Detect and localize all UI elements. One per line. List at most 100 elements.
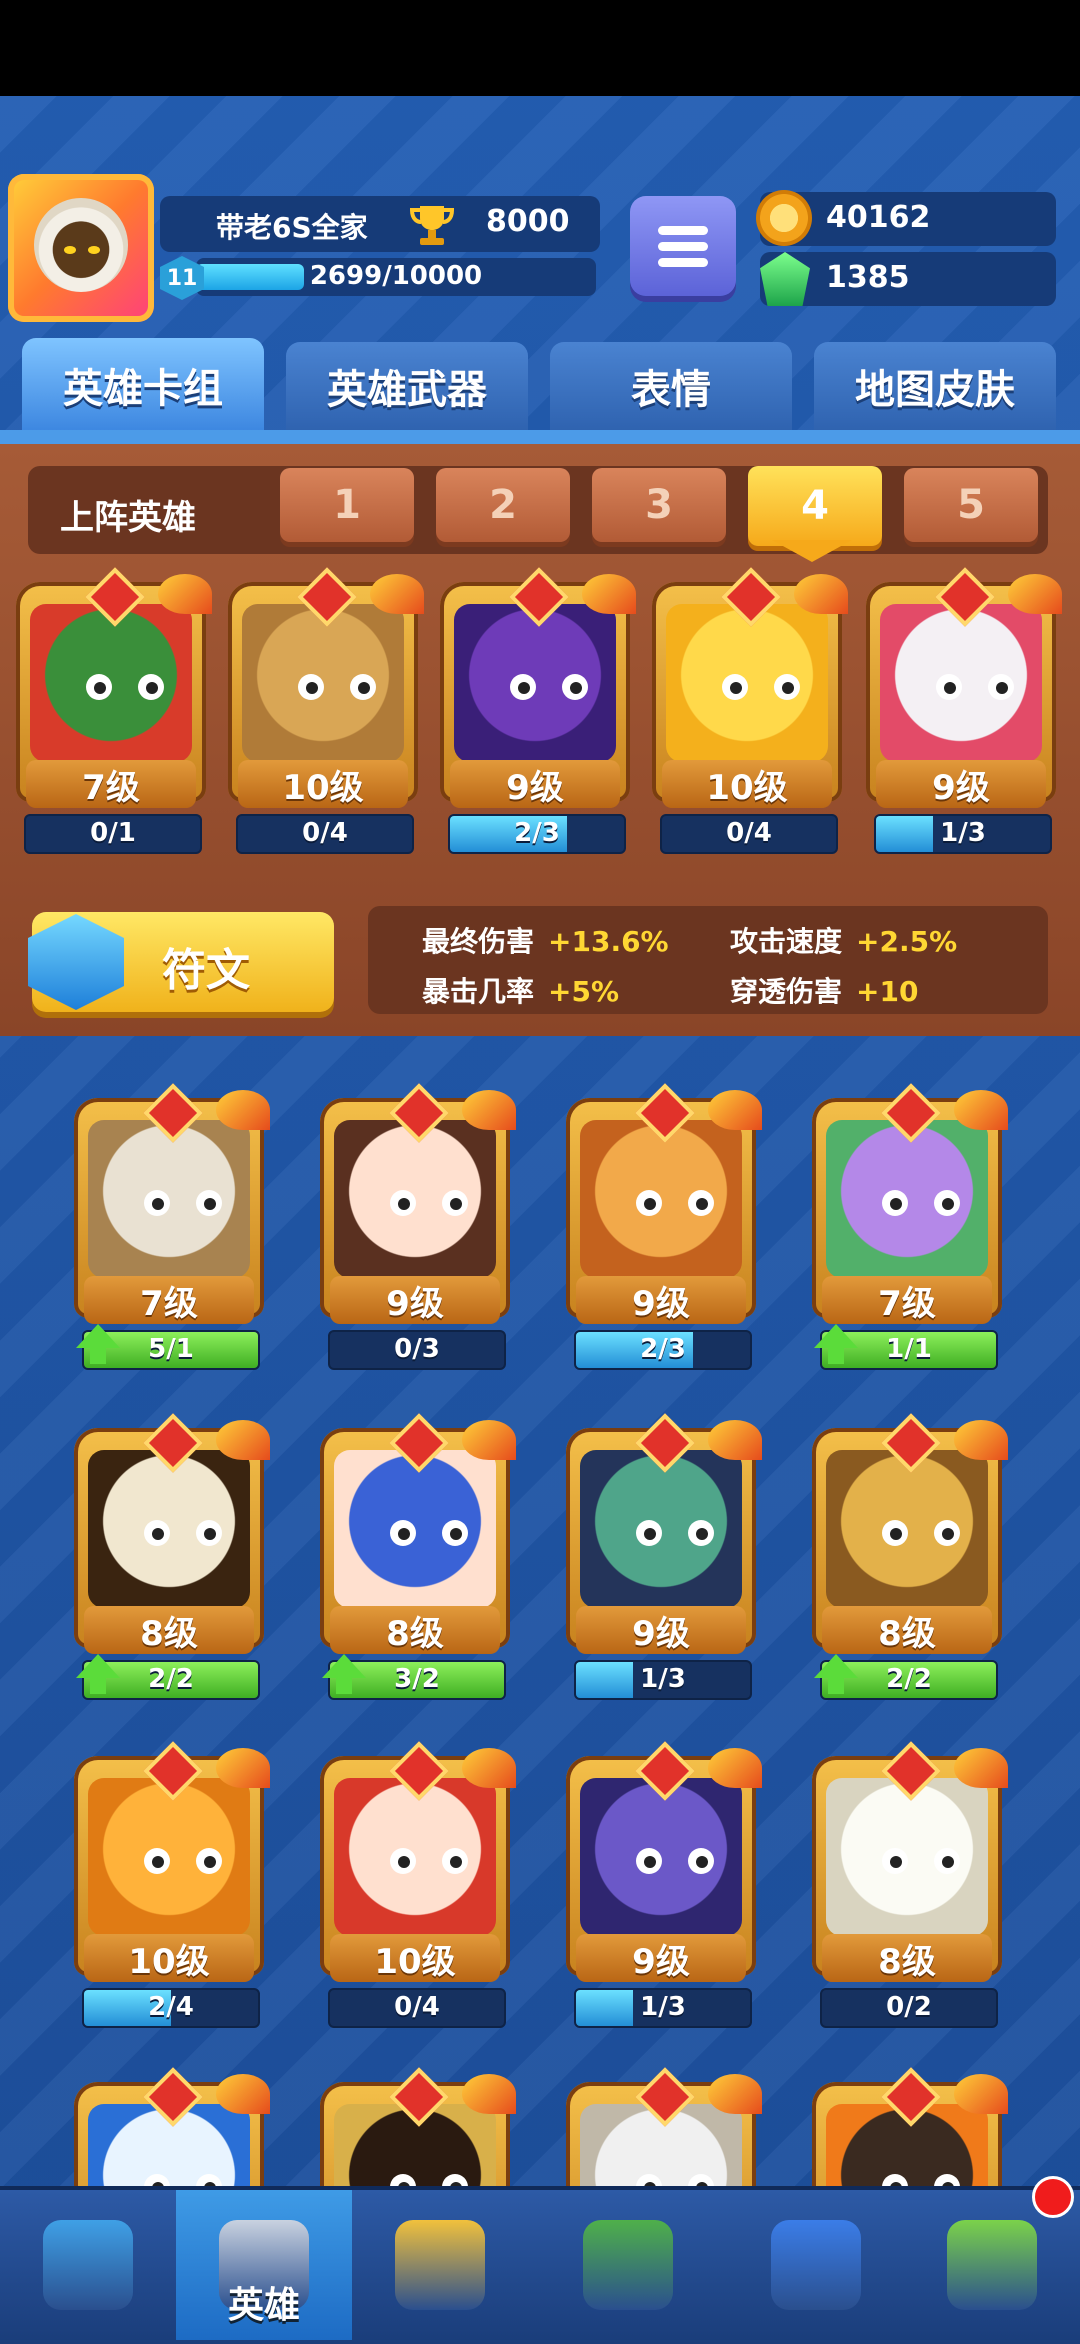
hero-eye xyxy=(934,1520,960,1546)
hero-eyes xyxy=(292,674,382,700)
hero-eyes xyxy=(876,1848,966,1874)
flame-icon xyxy=(370,574,424,614)
nav-label: 英雄 xyxy=(227,2285,300,2326)
hero-portrait xyxy=(580,1450,742,1608)
hero-level: 9级 xyxy=(576,1606,746,1654)
hero-eyes xyxy=(876,1520,966,1546)
flame-icon xyxy=(158,574,212,614)
stat-value: +2.5% xyxy=(856,925,958,958)
tab-emotes[interactable]: 表情 xyxy=(550,342,792,430)
hero-eye xyxy=(934,1190,960,1216)
deck-title: 上阵英雄 xyxy=(60,498,196,538)
notification-dot xyxy=(1032,2176,1074,2218)
progress-text: 0/2 xyxy=(886,1992,932,2022)
hero-eye xyxy=(636,1190,662,1216)
treasure-chest-icon xyxy=(43,2220,133,2310)
flame-icon xyxy=(216,1090,270,1130)
stat-label: 最终伤害 xyxy=(422,925,535,958)
slot-label: 2 xyxy=(489,482,517,528)
player-info-panel[interactable]: 带老6S全家 8000 xyxy=(160,196,600,252)
hero-level: 8级 xyxy=(84,1606,254,1654)
hero-eye xyxy=(390,1520,416,1546)
hero-portrait xyxy=(580,1120,742,1278)
nav-item-0[interactable] xyxy=(0,2190,176,2340)
deck-slot-5[interactable]: 5 xyxy=(904,468,1038,542)
coin-counter[interactable]: 40162 xyxy=(756,190,1056,246)
hero-level: 9级 xyxy=(576,1276,746,1324)
flame-icon xyxy=(462,2074,516,2114)
progress-text: 2/4 xyxy=(148,1992,194,2022)
flame-icon xyxy=(954,2074,1008,2114)
hero-eye xyxy=(298,674,324,700)
progress-text: 1/3 xyxy=(640,1664,686,1694)
hero-eye xyxy=(144,1190,170,1216)
xp-text: 2699/10000 xyxy=(309,261,483,291)
hero-portrait xyxy=(88,1450,250,1608)
nav-item-3[interactable] xyxy=(540,2190,716,2340)
tab-label: 英雄武器 xyxy=(327,367,487,413)
hero-portrait xyxy=(826,1120,988,1278)
tab-hero-deck[interactable]: 英雄卡组 xyxy=(22,338,264,432)
gem-counter[interactable]: 1385 xyxy=(760,252,1056,306)
slot-label: 3 xyxy=(645,482,673,528)
tab-map-skins[interactable]: 地图皮肤 xyxy=(814,342,1056,430)
deck-slot-2[interactable]: 2 xyxy=(436,468,570,542)
rune-button[interactable]: 符文 xyxy=(28,912,334,1012)
slot-label: 4 xyxy=(801,483,829,529)
flame-icon xyxy=(462,1748,516,1788)
hero-eyes xyxy=(384,1190,474,1216)
hero-eye xyxy=(196,1520,222,1546)
card-progress-bar: 2/3 xyxy=(448,814,626,854)
hero-eye xyxy=(562,674,588,700)
menu-button[interactable] xyxy=(630,196,736,296)
tab-label: 地图皮肤 xyxy=(855,367,1015,413)
deck-stats-panel: 最终伤害 +13.6% 攻击速度 +2.5% 暴击几率 +5% 穿透伤害 +10 xyxy=(368,906,1048,1014)
upgrade-arrow-icon xyxy=(76,1324,120,1364)
nav-item-2[interactable] xyxy=(352,2190,528,2340)
avatar-eye xyxy=(88,246,100,254)
trophy-count: 8000 xyxy=(486,204,570,239)
hero-eye xyxy=(636,1520,662,1546)
hero-eye xyxy=(882,1190,908,1216)
player-avatar[interactable] xyxy=(8,174,154,322)
flame-icon xyxy=(1008,574,1062,614)
status-bar xyxy=(0,0,1080,96)
hero-level: 7级 xyxy=(84,1276,254,1324)
card-progress-bar: 1/3 xyxy=(574,1988,752,2028)
hero-eye xyxy=(988,674,1014,700)
deck-slot-4[interactable]: 4 xyxy=(748,466,882,546)
hero-eyes xyxy=(138,1848,228,1874)
hero-eye xyxy=(688,1190,714,1216)
hero-eye xyxy=(196,1848,222,1874)
deck-slot-1[interactable]: 1 xyxy=(280,468,414,542)
crossed-swords-icon xyxy=(395,2220,485,2310)
stat-attack-speed: 攻击速度 +2.5% xyxy=(730,920,957,960)
hero-eye xyxy=(882,1520,908,1546)
flame-icon xyxy=(954,1420,1008,1460)
hero-eye xyxy=(196,1190,222,1216)
hero-portrait xyxy=(88,1778,250,1936)
team-banner-icon xyxy=(771,2220,861,2310)
hero-eye xyxy=(442,1520,468,1546)
flame-icon xyxy=(216,1748,270,1788)
nav-item-1[interactable]: 英雄 xyxy=(176,2190,352,2340)
stat-value: +13.6% xyxy=(548,925,669,958)
progress-text: 0/3 xyxy=(394,1334,440,1364)
nav-item-4[interactable] xyxy=(728,2190,904,2340)
deck-slot-3[interactable]: 3 xyxy=(592,468,726,542)
stat-label: 穿透伤害 xyxy=(730,975,843,1008)
hero-eye xyxy=(138,674,164,700)
flame-icon xyxy=(708,1748,762,1788)
hero-level: 7级 xyxy=(26,760,196,808)
card-progress-bar: 1/3 xyxy=(874,814,1052,854)
flame-icon xyxy=(954,1748,1008,1788)
flame-icon xyxy=(954,1090,1008,1130)
hero-eyes xyxy=(876,1190,966,1216)
tab-label: 表情 xyxy=(631,367,711,413)
active-slot-pointer xyxy=(772,540,852,562)
hero-eyes xyxy=(504,674,594,700)
tab-hero-weapons[interactable]: 英雄武器 xyxy=(286,342,528,430)
hero-eye xyxy=(390,1848,416,1874)
flame-icon xyxy=(708,1420,762,1460)
flame-icon xyxy=(216,1420,270,1460)
